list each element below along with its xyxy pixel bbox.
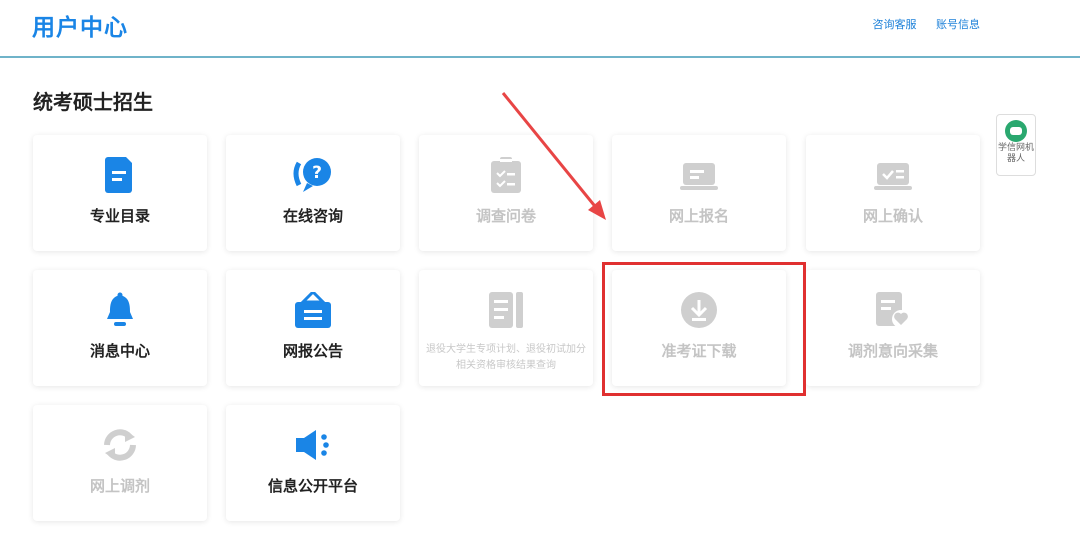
annotation-arrow bbox=[501, 92, 606, 220]
robot-assistant[interactable]: 学信网机器人 bbox=[996, 114, 1036, 176]
robot-icon bbox=[1005, 120, 1027, 142]
robot-label: 学信网机器人 bbox=[997, 143, 1034, 164]
